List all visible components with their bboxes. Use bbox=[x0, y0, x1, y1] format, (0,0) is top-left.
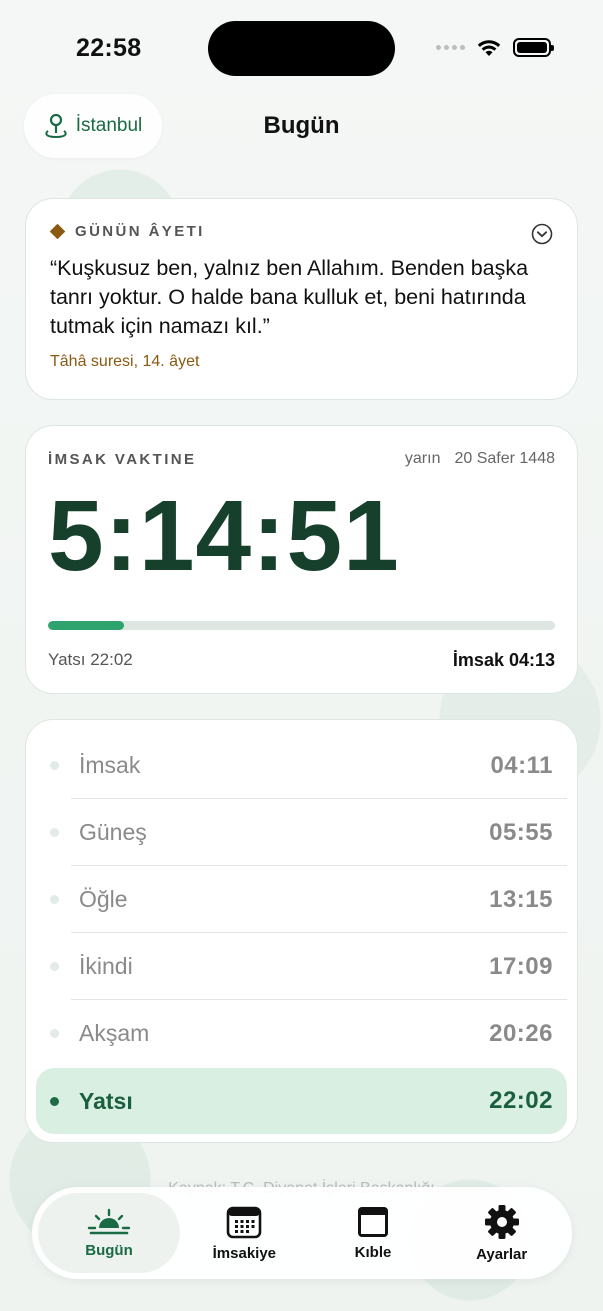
prayer-row-yatsi[interactable]: Yatsı 22:02 bbox=[36, 1068, 567, 1134]
prayer-time: 13:15 bbox=[489, 885, 553, 913]
prayer-row-ogle[interactable]: Öğle 13:15 bbox=[36, 866, 567, 933]
calendar-icon bbox=[227, 1206, 262, 1238]
tab-label: Bugün bbox=[85, 1241, 133, 1259]
wifi-icon bbox=[477, 39, 501, 56]
next-prayer: İmsak 04:13 bbox=[452, 650, 555, 670]
verse-title: GÜNÜN ÂYETI bbox=[75, 223, 205, 240]
previous-prayer: Yatsı 22:02 bbox=[48, 650, 133, 669]
battery-icon bbox=[513, 38, 554, 57]
prayer-name: Öğle bbox=[79, 886, 128, 912]
verse-of-the-day-card[interactable]: GÜNÜN ÂYETI “Kuşkusuz ben, yalnız ben Al… bbox=[25, 198, 578, 400]
tab-bar: Bugün İmsakiye Kıble Ayarlar bbox=[32, 1187, 572, 1279]
prayer-name: Yatsı bbox=[79, 1087, 133, 1114]
header: İstanbul Bugün bbox=[0, 94, 603, 158]
status-dot-icon bbox=[50, 1029, 59, 1038]
tab-kible[interactable]: Kıble bbox=[309, 1193, 438, 1273]
gear-icon bbox=[484, 1204, 519, 1239]
status-dot-icon bbox=[50, 895, 59, 904]
countdown-timer: 5:14:51 bbox=[48, 480, 400, 592]
chevron-down-circle-icon[interactable] bbox=[531, 223, 553, 245]
prayer-row-gunes[interactable]: Güneş 05:55 bbox=[36, 799, 567, 866]
prayer-name: İmsak bbox=[79, 752, 141, 778]
dynamic-island bbox=[208, 21, 395, 76]
prayer-time: 04:11 bbox=[490, 751, 553, 779]
tab-bugun[interactable]: Bugün bbox=[38, 1193, 180, 1273]
status-icons bbox=[436, 38, 554, 57]
hijri-date: 20 Safer 1448 bbox=[454, 450, 555, 467]
window-icon bbox=[358, 1206, 388, 1237]
status-dot-icon bbox=[50, 1096, 59, 1106]
prayer-row-imsak[interactable]: İmsak 04:11 bbox=[36, 732, 567, 799]
countdown-progress-bar bbox=[48, 621, 555, 630]
prayer-time: 22:02 bbox=[489, 1087, 553, 1114]
tab-label: İmsakiye bbox=[212, 1244, 277, 1262]
prayer-time: 05:55 bbox=[489, 818, 553, 846]
prayer-time: 20:26 bbox=[489, 1019, 553, 1047]
prayer-name: Güneş bbox=[79, 819, 147, 845]
tab-imsakiye[interactable]: İmsakiye bbox=[180, 1193, 309, 1273]
countdown-card: İMSAK VAKTINE yarın 20 Safer 1448 5:14:51… bbox=[25, 425, 578, 694]
status-dot-icon bbox=[50, 761, 59, 770]
prayer-row-aksam[interactable]: Akşam 20:26 bbox=[36, 1000, 567, 1067]
countdown-label: İMSAK VAKTINE bbox=[48, 450, 197, 468]
countdown-day: yarın bbox=[404, 450, 441, 467]
verse-reference: Tâhâ suresi, 14. âyet bbox=[50, 353, 200, 370]
tab-label: Kıble bbox=[354, 1243, 392, 1261]
tab-label: Ayarlar bbox=[476, 1245, 528, 1263]
status-dot-icon bbox=[50, 828, 59, 837]
prayer-row-ikindi[interactable]: İkindi 17:09 bbox=[36, 933, 567, 1000]
prayer-name: Akşam bbox=[79, 1020, 150, 1046]
prayer-times-list: İmsak 04:11 Güneş 05:55 Öğle 13:15 İkind… bbox=[25, 719, 578, 1143]
status-dot-icon bbox=[50, 962, 59, 971]
cellular-signal-icon bbox=[436, 45, 465, 50]
page-title: Bugün bbox=[263, 112, 340, 139]
tab-ayarlar[interactable]: Ayarlar bbox=[437, 1193, 566, 1273]
diamond-icon bbox=[49, 223, 66, 240]
prayer-time: 17:09 bbox=[489, 952, 553, 980]
verse-text: “Kuşkusuz ben, yalnız ben Allahım. Bende… bbox=[50, 256, 529, 338]
countdown-date: yarın 20 Safer 1448 bbox=[405, 450, 555, 468]
status-time: 22:58 bbox=[76, 34, 142, 62]
sunrise-icon bbox=[87, 1208, 131, 1234]
prayer-name: İkindi bbox=[79, 953, 133, 979]
countdown-progress-fill bbox=[48, 621, 125, 630]
status-bar: 22:58 bbox=[0, 0, 603, 96]
